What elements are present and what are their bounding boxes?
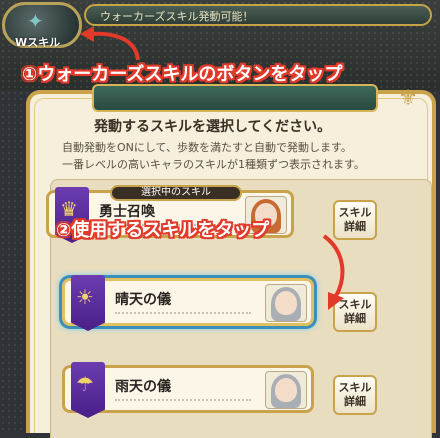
walker-skill-button[interactable]: ✦ Wスキル xyxy=(2,2,82,49)
skill-emblem-icon: ☀ xyxy=(71,275,105,331)
detail-label-top: スキル xyxy=(338,381,372,394)
portrait-face xyxy=(275,291,297,315)
curved-arrow-icon xyxy=(80,26,140,61)
character-portrait xyxy=(265,371,307,409)
selected-skill-tag: 選択中のスキル xyxy=(110,185,242,201)
skill-card-3[interactable]: ☂ 雨天の儀 xyxy=(62,362,314,418)
walker-emblem-icon: ✦ xyxy=(27,9,44,33)
character-portrait xyxy=(265,284,307,322)
detail-label-bottom: 詳細 xyxy=(344,312,366,325)
skill-detail-button-3[interactable]: スキル 詳細 xyxy=(333,375,377,415)
skill-card-2[interactable]: ☀ 晴天の儀 xyxy=(62,275,314,331)
fleur-ornament-icon: ⚜ xyxy=(398,86,418,111)
detail-label-top: スキル xyxy=(338,206,372,219)
curved-arrow-icon xyxy=(322,234,345,310)
detail-label-bottom: 詳細 xyxy=(344,395,366,408)
dotted-divider xyxy=(115,399,251,401)
dotted-divider xyxy=(115,312,251,314)
instruction-line-1: 自動発動をONにして、歩数を満たすと自動で発動します。 xyxy=(62,141,352,154)
dialog-title-banner xyxy=(92,84,378,112)
dialog-title: 発動するスキルを選択してください。 xyxy=(94,119,332,135)
instruction-line-2: 一番レベルの高いキャラのスキルが1種類ずつ表示されます。 xyxy=(62,158,365,171)
skill-name: 雨天の儀 xyxy=(115,379,171,395)
annotation-step-2: ②使用するスキルをタップ xyxy=(56,220,270,241)
skill-emblem-icon: ☂ xyxy=(71,362,105,418)
skill-name: 晴天の儀 xyxy=(115,292,171,308)
walker-button-label: Wスキル xyxy=(15,36,61,49)
portrait-face xyxy=(275,378,297,402)
annotation-step-1: ①ウォーカーズスキルのボタンをタップ xyxy=(22,64,343,85)
